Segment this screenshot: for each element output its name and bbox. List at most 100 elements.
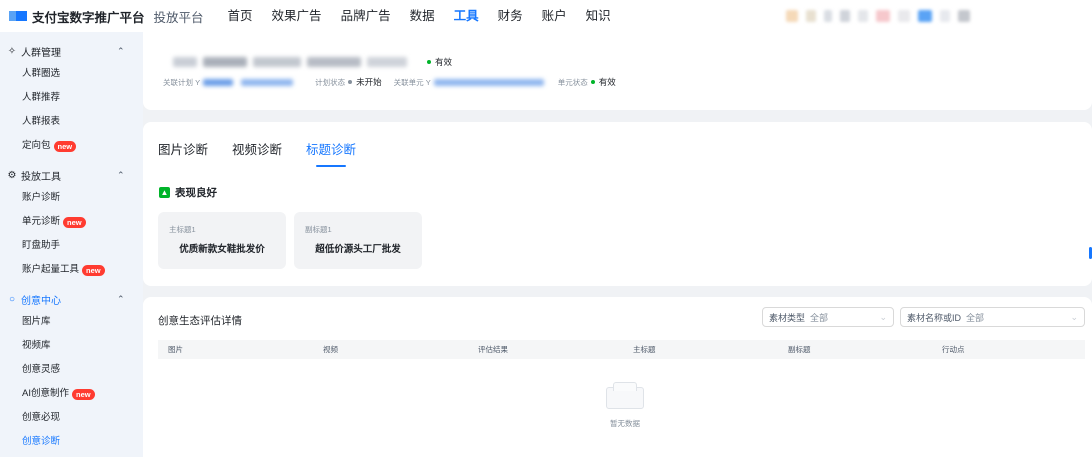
account-info-blurred[interactable] (786, 0, 1092, 32)
new-badge: new (53, 140, 77, 152)
crowd-icon: ✧ (7, 45, 17, 57)
sidebar-item[interactable]: 人群圈选 (0, 62, 143, 86)
nav-item[interactable]: 效果广告 (272, 0, 322, 32)
nav-item[interactable]: 首页 (228, 0, 253, 32)
eval-card: 创意生态评估详情 素材类型 全部 ⌄ 素材名称或ID 全部 ⌄ 图片 视频 评估… (143, 297, 1092, 457)
title-card-text: 优质新款女鞋批发价 (179, 244, 265, 255)
eval-title: 创意生态评估详情 (158, 315, 242, 327)
title-card-main: 主标题1 优质新款女鞋批发价 (158, 212, 286, 269)
diagnosis-tabs: 图片诊断 视频诊断 标题诊断 (158, 139, 380, 167)
sidebar-item-label: 创意诊断 (22, 436, 61, 447)
unit-status-dot (590, 80, 595, 84)
empty-state: 暂无数据 (595, 382, 655, 429)
tab-image-diagnosis[interactable]: 图片诊断 (158, 139, 208, 158)
sidebar-item[interactable]: 账户起量工具 new (0, 258, 143, 282)
title-card-label: 副标题1 (305, 225, 332, 234)
nav-item[interactable]: 品牌广告 (341, 0, 391, 32)
thumbs-up-icon: ▲ (159, 187, 170, 198)
sidebar-group[interactable]: ⚙ 投放工具 ⌃ (0, 164, 143, 186)
sidebar-item[interactable]: AI创意制作 new (0, 382, 143, 406)
plan-info-card: 有效 关联计划 Y 计划状态 未开始 关联单元 Y 单元状态 有效 (143, 32, 1092, 110)
nav-item[interactable]: 工具 (454, 0, 479, 32)
select-value: 全部 (966, 312, 985, 323)
sidebar-item-label: 单元诊断 (22, 216, 61, 227)
sidebar-item[interactable]: 创意必现 (0, 406, 143, 430)
sidebar-group-label: 投放工具 (21, 171, 61, 183)
nav-item[interactable]: 财务 (498, 0, 523, 32)
chevron-up-icon[interactable]: ⌃ (117, 170, 125, 181)
title-card-text: 超低价源头工厂批发 (315, 244, 401, 255)
sidebar-item-label: 图片库 (22, 316, 51, 327)
sidebar-group[interactable]: ✧ 人群管理 ⌃ (0, 40, 143, 62)
tab-video-diagnosis[interactable]: 视频诊断 (232, 139, 282, 158)
performance-label: 表现良好 (175, 187, 217, 199)
sidebar-item[interactable]: 视频库 (0, 334, 143, 358)
column-header: 副标题 (788, 345, 811, 354)
brand-name[interactable]: 支付宝数字推广平台 (32, 7, 145, 26)
select-label: 素材类型 (769, 312, 806, 323)
material-type-select[interactable]: 素材类型 全部 ⌄ (762, 307, 894, 327)
chevron-up-icon[interactable]: ⌃ (117, 294, 125, 305)
status-dot (427, 60, 431, 64)
sidebar-item[interactable]: 定向包 new (0, 134, 143, 158)
nav-item[interactable]: 数据 (410, 0, 435, 32)
new-badge: new (63, 216, 86, 228)
chevron-down-icon: ⌄ (879, 311, 887, 322)
sidebar-group-label: 创意中心 (21, 295, 61, 307)
gear-icon: ⚙ (7, 169, 17, 181)
sidebar-item-label: 账户诊断 (22, 192, 61, 203)
column-header: 图片 (168, 345, 183, 354)
sidebar-item-label: 账户起量工具 (22, 264, 80, 275)
chevron-up-icon[interactable]: ⌃ (117, 46, 125, 57)
sidebar-item-label: AI创意制作 (22, 388, 69, 399)
sidebar-item-label: 创意必现 (22, 412, 61, 423)
title-card-sub: 副标题1 超低价源头工厂批发 (294, 212, 422, 269)
unit-id-blurred[interactable] (433, 78, 544, 86)
chevron-down-icon: ⌄ (1070, 311, 1078, 322)
unit-label: 关联单元 Y (393, 77, 431, 87)
sidebar-item[interactable]: 单元诊断 new (0, 210, 143, 234)
sidebar: ✧ 人群管理 ⌃ 人群圈选 人群推荐 人群报表 定向包 new ⚙ 投放工具 ⌃ 账户诊断 单元诊断 ne… (0, 32, 143, 457)
sidebar-item[interactable]: 人群报表 (0, 110, 143, 134)
new-badge: new (71, 388, 95, 400)
sidebar-item-label: 盯盘助手 (22, 240, 61, 251)
main-nav: 首页 效果广告 品牌广告 数据 工具 财务 账户 知识 (228, 0, 630, 32)
column-header: 主标题 (633, 345, 656, 354)
sidebar-item-label: 创意灵感 (22, 364, 61, 375)
sidebar-item[interactable]: 创意灵感 (0, 358, 143, 382)
nav-item[interactable]: 知识 (586, 0, 611, 32)
sidebar-item-label: 人群圈选 (22, 68, 61, 79)
sidebar-group[interactable]: ○ 创意中心 ⌃ (0, 288, 143, 310)
performance-status: ▲ 表现良好 (159, 185, 217, 200)
sidebar-item[interactable]: 人群推荐 (0, 86, 143, 110)
sidebar-group-label: 人群管理 (21, 47, 61, 59)
sidebar-item[interactable]: 账户诊断 (0, 186, 143, 210)
new-badge: new (82, 264, 105, 276)
bulb-icon: ○ (8, 293, 16, 305)
column-header: 视频 (323, 345, 338, 354)
sidebar-item-label: 人群报表 (22, 116, 61, 127)
table-header: 图片 视频 评估结果 主标题 副标题 行动点 (158, 340, 1085, 359)
unit-status: 有效 (598, 77, 616, 87)
plan-status: 未开始 (356, 77, 382, 87)
sidebar-item[interactable]: 创意诊断 (0, 430, 143, 454)
plan-name-blurred: 有效 (173, 56, 452, 68)
plan-id-blurred[interactable] (203, 78, 234, 86)
material-name-select[interactable]: 素材名称或ID 全部 ⌄ (900, 307, 1085, 327)
sidebar-item[interactable]: 盯盘助手 (0, 234, 143, 258)
plan-meta-row: 关联计划 Y 计划状态 未开始 关联单元 Y 单元状态 有效 (163, 76, 616, 88)
nav-item[interactable]: 账户 (542, 0, 567, 32)
unit-status-label: 单元状态 (557, 77, 588, 87)
select-value: 全部 (810, 312, 829, 323)
plan-status-top: 有效 (435, 57, 453, 67)
empty-text: 暂无数据 (610, 419, 640, 428)
logo-icon (9, 11, 27, 21)
sidebar-item-label: 人群推荐 (22, 92, 61, 103)
sidebar-item-label: 定向包 (22, 140, 51, 151)
select-label: 素材名称或ID (907, 312, 962, 323)
plan-status-label: 计划状态 (315, 77, 346, 87)
tab-title-diagnosis[interactable]: 标题诊断 (306, 139, 356, 167)
top-nav: 支付宝数字推广平台 投放平台 首页 效果广告 品牌广告 数据 工具 财务 账户 知识 (0, 0, 1092, 32)
sidebar-item[interactable]: 图片库 (0, 310, 143, 334)
sidebar-item-label: 视频库 (22, 340, 51, 351)
